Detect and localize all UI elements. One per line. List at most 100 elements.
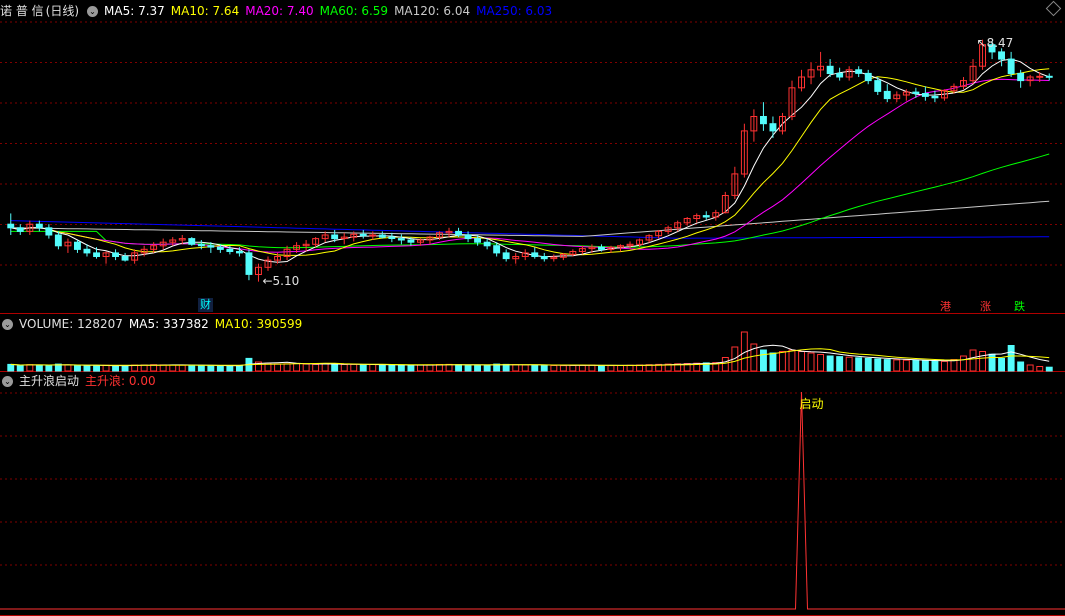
candle-down: [474, 238, 482, 243]
candle-down: [45, 227, 53, 236]
ma120-line: [10, 200, 1050, 237]
volume-bar: [93, 365, 100, 372]
volume-bar: [874, 358, 882, 372]
volume-bar: [121, 365, 129, 372]
volume-bar: [64, 364, 72, 372]
volume-bar: [455, 364, 463, 372]
volume-bar: [169, 364, 177, 372]
volume-bar: [798, 351, 805, 372]
volume-bar: [74, 365, 81, 372]
volume-bar: [883, 359, 891, 372]
low-value: 5.10: [272, 273, 300, 288]
candle-down: [855, 69, 863, 74]
badge-cai[interactable]: 财: [198, 298, 213, 312]
volume-bar: [216, 365, 224, 372]
volume-bar: [426, 364, 434, 372]
candle-down: [7, 223, 15, 229]
candle-down: [912, 91, 920, 94]
volume-bar: [788, 349, 796, 372]
ma5-line: [10, 58, 1050, 263]
volume-title: VOLUME: 128207: [19, 317, 123, 331]
volume-bar: [312, 363, 320, 372]
volume-bar: [817, 354, 824, 372]
volume-bar: [855, 357, 863, 372]
volume-bar: [826, 355, 834, 372]
indicator-panel[interactable]: ⌄ 主升浪启动 主升浪: 0.00 启动: [0, 372, 1065, 616]
candle-down: [54, 234, 62, 247]
volume-bar: [607, 365, 615, 372]
candle-down: [464, 234, 472, 240]
signal-label: 启动: [799, 397, 824, 411]
volume-bar: [140, 364, 148, 372]
candle-down: [216, 246, 224, 250]
badge-gang[interactable]: 港: [938, 300, 953, 314]
candle-down: [331, 234, 339, 240]
volume-bar: [83, 365, 91, 372]
indicator-line: [0, 391, 1065, 610]
candle-down: [502, 252, 510, 260]
period-label: (日线): [45, 4, 80, 18]
candle-down: [35, 223, 43, 229]
ma-label-ma10: MA10: 7.64: [170, 4, 240, 18]
volume-bar: [559, 365, 567, 372]
ma-labels: MA5: 7.37 MA10: 7.64 MA20: 7.40 MA60: 6.59 M…: [104, 4, 558, 18]
candle-down: [397, 238, 405, 241]
ma20-line: [10, 78, 1050, 253]
ma-label-ma250: MA250: 6.03: [476, 4, 553, 18]
volume-bar: [207, 365, 215, 372]
candle-down: [378, 234, 386, 238]
candle-down: [760, 116, 767, 125]
price-chart-svg[interactable]: [0, 0, 1065, 314]
volume-bar: [188, 364, 196, 372]
volume-bar: [236, 365, 243, 372]
badge-die[interactable]: 跌: [1012, 300, 1027, 314]
volume-bar: [464, 364, 472, 372]
candle-down: [769, 123, 777, 132]
candle-down: [598, 246, 605, 250]
candle-down: [83, 248, 91, 254]
candle-down: [1045, 75, 1053, 78]
indicator-chart-svg[interactable]: [0, 372, 1065, 616]
volume-bar: [807, 352, 815, 372]
volume-bar: [512, 364, 520, 372]
volume-bar: [626, 364, 634, 372]
settings-icon[interactable]: ⌄: [87, 6, 99, 17]
volume-ma5: MA5: 337382: [128, 317, 209, 331]
volume-bar: [864, 357, 872, 372]
volume-bar: [102, 364, 110, 372]
candle-up: [369, 234, 377, 237]
ma-label-ma5: MA5: 7.37: [104, 4, 165, 18]
volume-bar: [197, 365, 205, 372]
candle-down: [226, 248, 234, 253]
candle-down: [1017, 72, 1025, 82]
volume-bar: [397, 364, 405, 372]
volume-bar: [531, 364, 539, 372]
volume-bar: [1036, 366, 1044, 372]
candle-down: [921, 93, 929, 97]
candle-down: [483, 241, 491, 247]
candle-down: [540, 256, 548, 260]
volume-bar: [969, 349, 977, 372]
indicator-settings-icon[interactable]: ⌄: [2, 376, 13, 387]
volume-settings-icon[interactable]: ⌄: [2, 319, 13, 330]
price-panel[interactable]: 诺 普 信 (日线) ⌄ MA5: 7.37 MA10: 7.64 MA20: 7.40 M…: [0, 0, 1065, 314]
volume-bar: [26, 364, 34, 372]
volume-bar: [178, 364, 186, 372]
volume-bar: [598, 365, 605, 372]
low-price-marker: ←5.10: [262, 274, 299, 288]
volume-bar: [474, 364, 482, 372]
candle-down: [883, 90, 891, 100]
candle-down: [236, 251, 243, 254]
volume-bar: [893, 359, 901, 372]
volume-bar: [112, 365, 119, 372]
volume-bar: [340, 364, 348, 372]
badge-zhang[interactable]: 涨: [978, 300, 993, 314]
volume-bar: [502, 363, 510, 372]
low-arrow-icon: ←: [262, 273, 273, 288]
volume-bar: [1045, 366, 1053, 372]
candle-down: [93, 252, 100, 257]
volume-bar: [588, 364, 596, 372]
volume-panel[interactable]: ⌄ VOLUME: 128207 MA5: 337382 MA10: 390599: [0, 314, 1065, 372]
volume-bar: [921, 360, 929, 372]
candle-down: [74, 241, 81, 250]
